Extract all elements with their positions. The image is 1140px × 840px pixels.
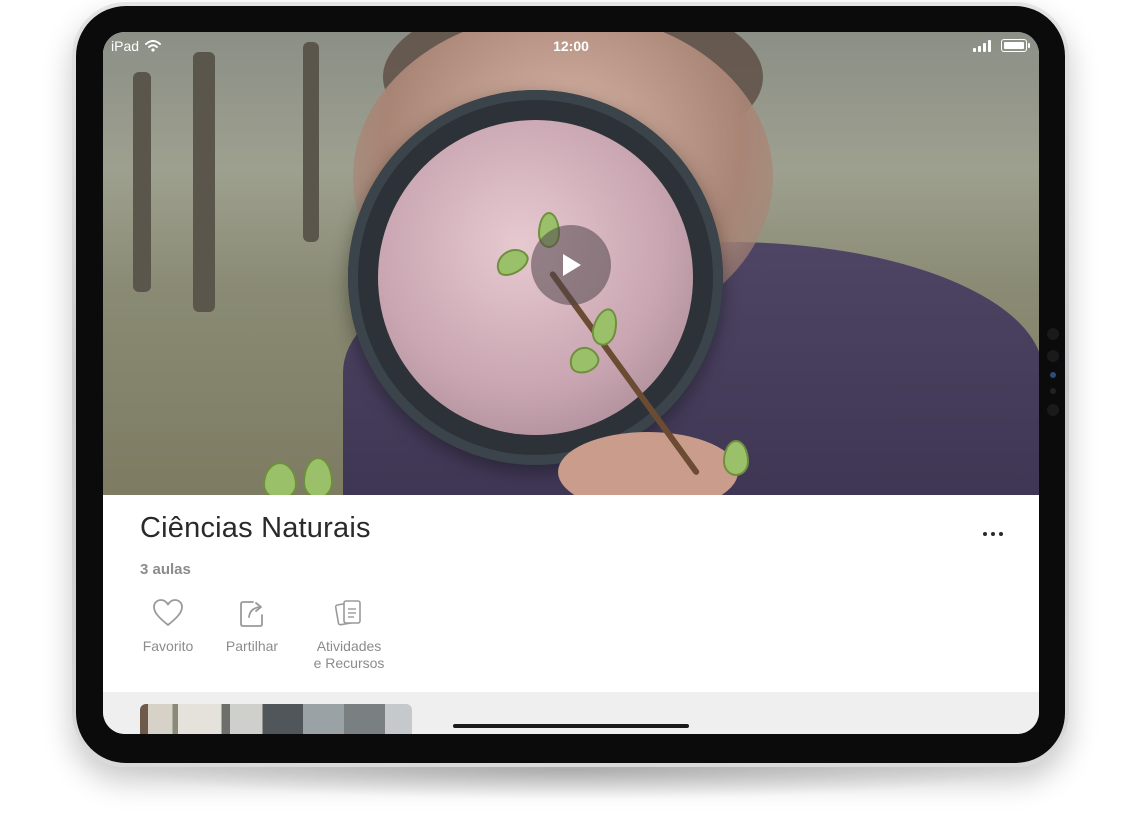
play-icon — [563, 254, 581, 276]
battery-level — [1004, 42, 1024, 49]
sensor-dot — [1050, 372, 1056, 378]
documents-icon — [334, 596, 364, 630]
leaf-bud — [263, 462, 297, 495]
more-horizontal-icon — [983, 532, 987, 536]
share-icon — [238, 596, 266, 630]
course-title: Ciências Naturais — [140, 512, 371, 544]
home-indicator[interactable] — [453, 724, 689, 728]
sensor-dot — [1050, 388, 1056, 394]
background-tree — [303, 42, 319, 242]
activities-resources-label: Atividades e Recursos — [313, 638, 385, 671]
device-side-camera-sensors — [1047, 328, 1061, 426]
background-tree — [193, 52, 215, 312]
leaf-bud — [303, 457, 333, 495]
more-horizontal-icon — [991, 532, 995, 536]
heart-icon — [152, 596, 184, 630]
hero-video-thumbnail[interactable]: iPad 12:00 — [103, 32, 1039, 495]
favorite-label: Favorito — [142, 638, 194, 654]
lesson-count: 3 aulas — [140, 561, 191, 578]
status-time: 12:00 — [553, 38, 589, 54]
more-options-button[interactable] — [975, 522, 1011, 546]
status-right — [973, 39, 1030, 52]
background-tree — [133, 72, 151, 292]
lesson-thumbnail[interactable] — [140, 704, 412, 734]
favorite-button[interactable]: Favorito — [133, 596, 203, 655]
more-horizontal-icon — [999, 532, 1003, 536]
battery-tip — [1028, 43, 1030, 48]
cellular-signal-icon — [973, 39, 991, 52]
camera-dot — [1047, 404, 1059, 416]
share-label: Partilhar — [225, 638, 279, 654]
status-bar: iPad 12:00 — [103, 32, 1039, 58]
device-screen: iPad 12:00 Ciências Naturais 3 aulas Fav… — [103, 32, 1039, 734]
leaf-bud — [723, 440, 749, 476]
activities-resources-button[interactable]: Atividades e Recursos — [299, 596, 399, 672]
camera-dot — [1047, 350, 1059, 362]
share-button[interactable]: Partilhar — [217, 596, 287, 655]
play-button[interactable] — [531, 225, 611, 305]
camera-dot — [1047, 328, 1059, 340]
battery-icon — [1001, 39, 1030, 52]
